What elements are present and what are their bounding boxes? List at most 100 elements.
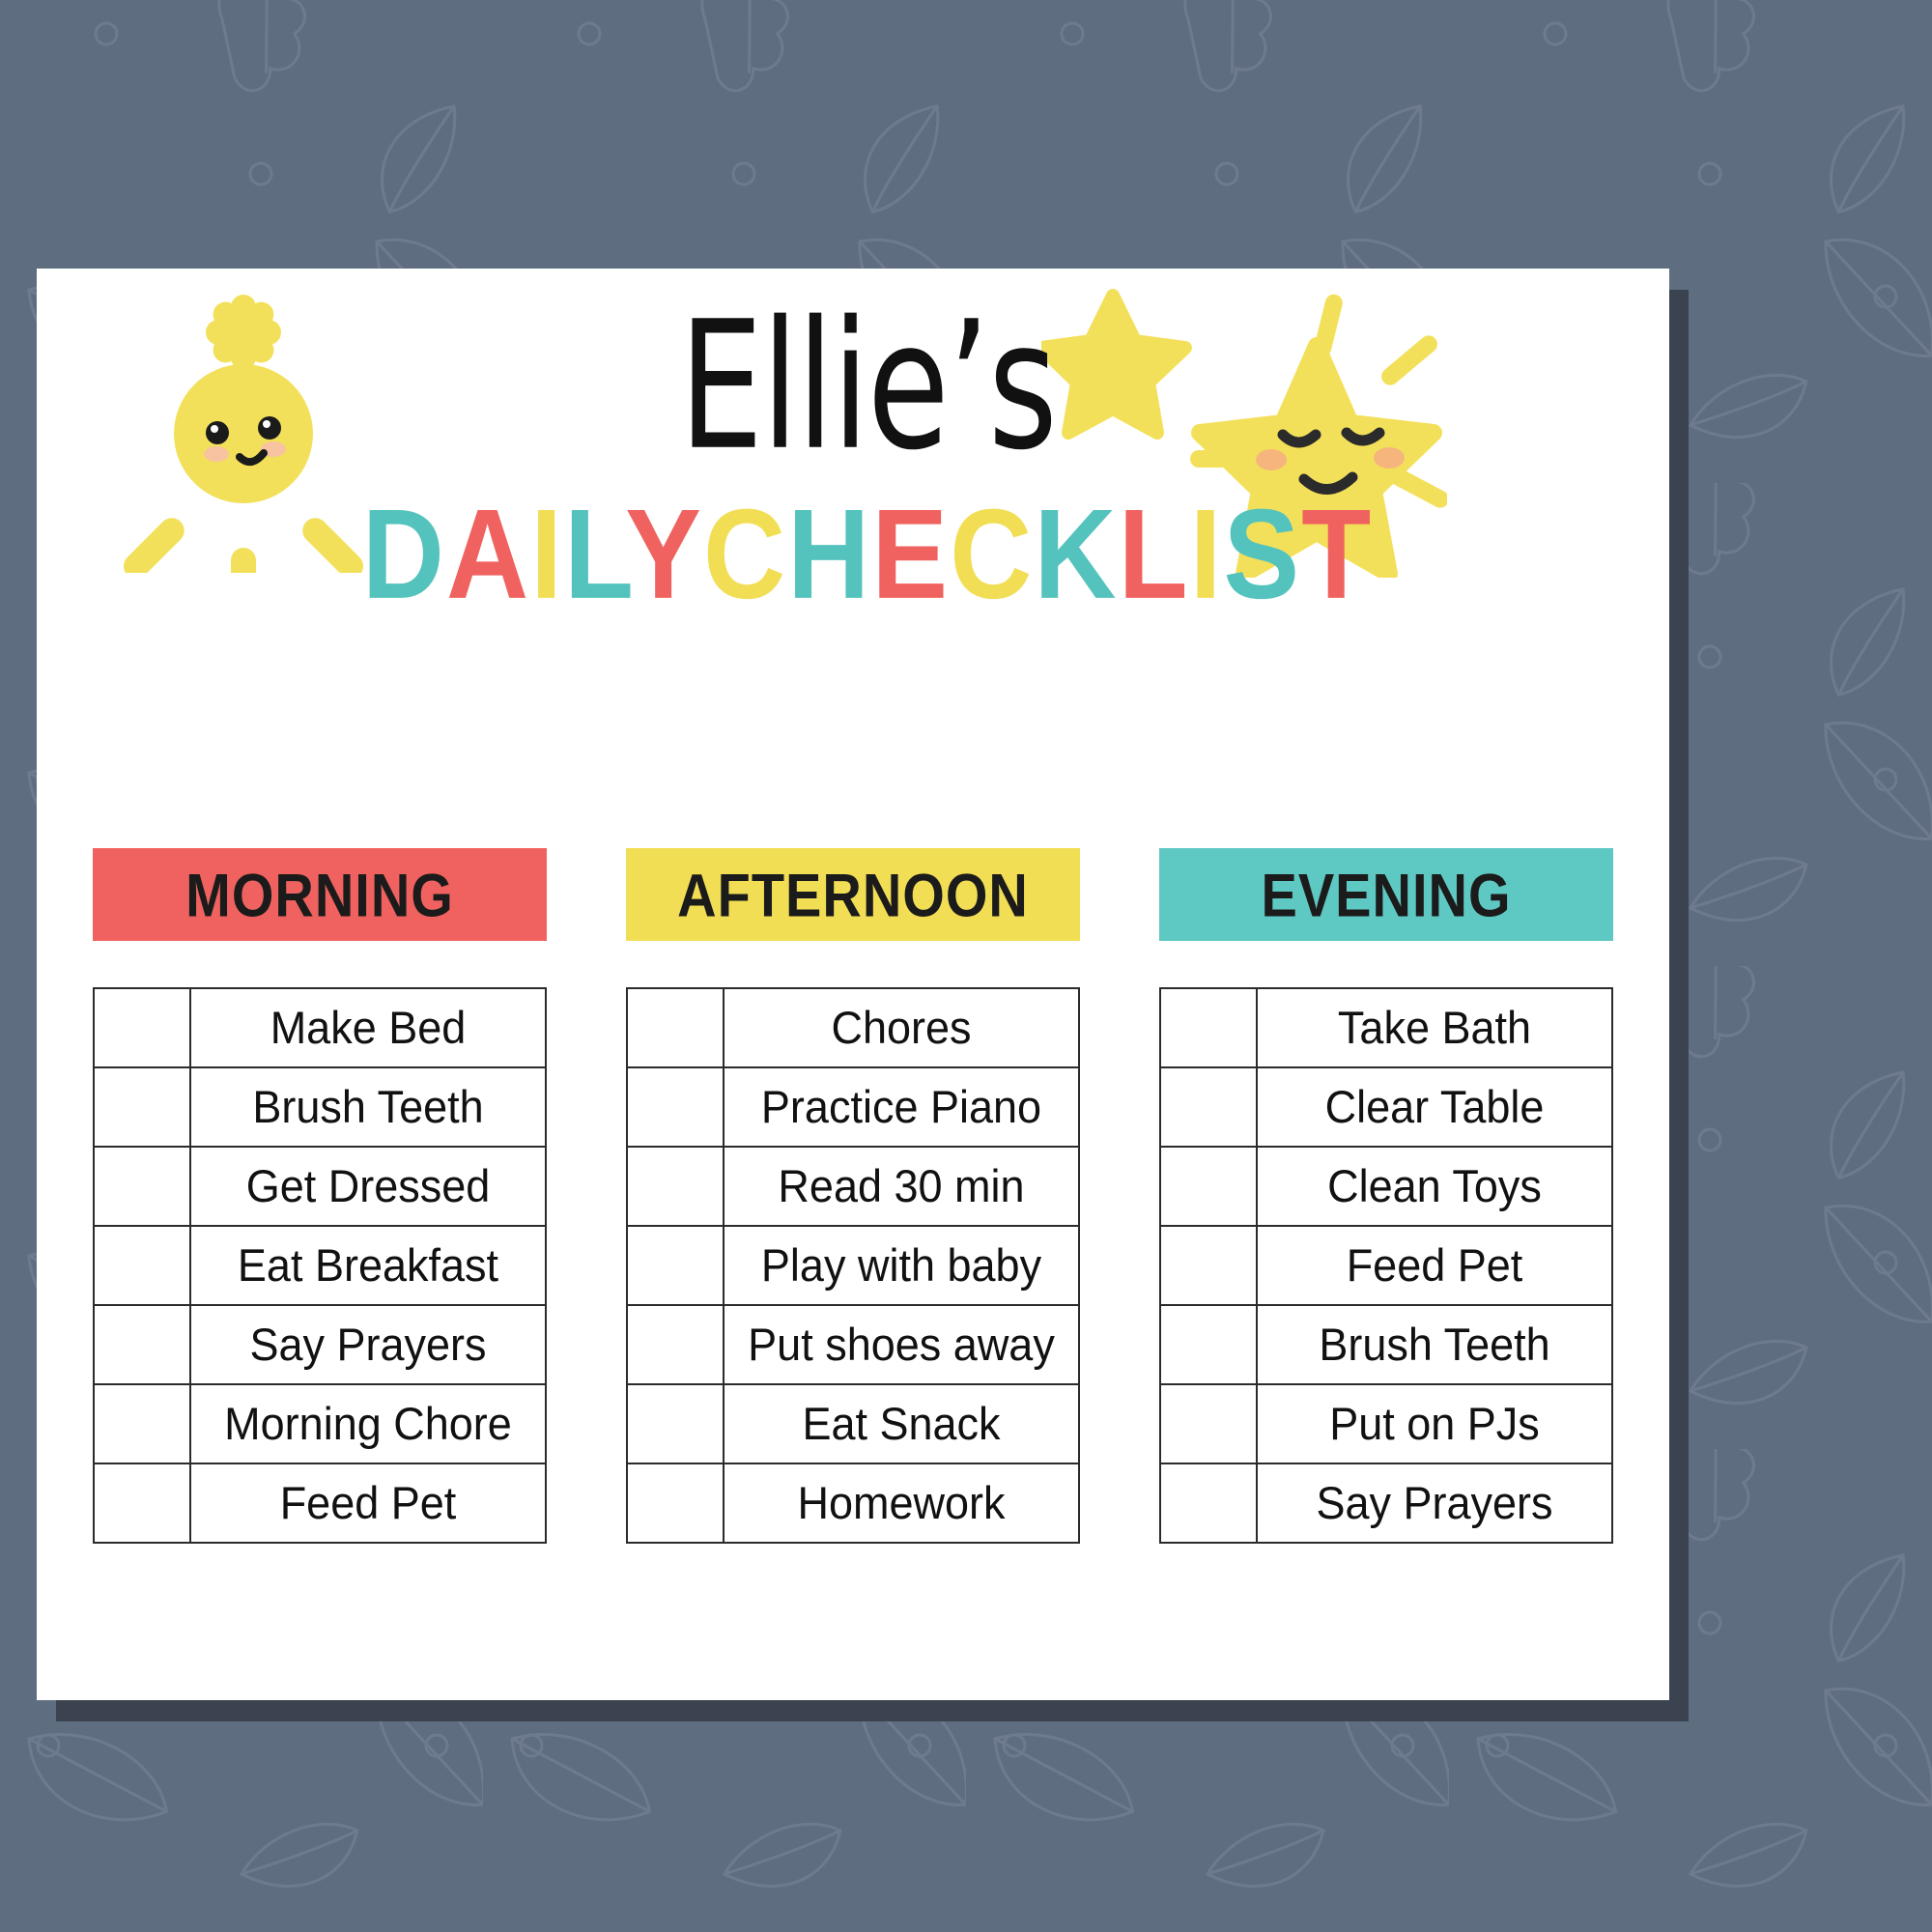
checkbox-cell-afternoon-6[interactable]: [626, 1463, 724, 1544]
checkbox-cell-afternoon-2[interactable]: [626, 1146, 724, 1227]
task-label: Get Dressed: [245, 1159, 491, 1212]
checkbox-cell-afternoon-4[interactable]: [626, 1304, 724, 1385]
subtitle-letter-2: I: [530, 483, 564, 626]
task-cell-afternoon-3: Play with baby: [723, 1225, 1080, 1306]
task-cell-morning-3: Eat Breakfast: [189, 1225, 547, 1306]
task-label: Brush Teeth: [252, 1080, 484, 1133]
task-label: Clean Toys: [1327, 1159, 1542, 1212]
checklist-columns: MORNING Make Bed Brush Teeth Get Dressed Eat…: [37, 848, 1669, 1544]
task-cell-afternoon-2: Read 30 min: [723, 1146, 1080, 1227]
subtitle-letter-6: C: [702, 483, 788, 626]
card-header: Ellie’s DAILYCHECKLIST: [37, 269, 1669, 771]
task-cell-evening-4: Brush Teeth: [1256, 1304, 1613, 1385]
task-label: Make Bed: [270, 1001, 467, 1054]
table-row: Chores: [626, 987, 1080, 1068]
checkbox-cell-evening-3[interactable]: [1159, 1225, 1258, 1306]
task-label: Brush Teeth: [1319, 1318, 1550, 1371]
table-row: Eat Breakfast: [93, 1225, 547, 1306]
checkbox-cell-evening-0[interactable]: [1159, 987, 1258, 1068]
task-cell-evening-3: Feed Pet: [1256, 1225, 1613, 1306]
task-cell-morning-2: Get Dressed: [189, 1146, 547, 1227]
subtitle-letter-1: A: [445, 483, 531, 626]
table-row: Play with baby: [626, 1225, 1080, 1306]
task-cell-morning-6: Feed Pet: [189, 1463, 547, 1544]
checkbox-cell-evening-1[interactable]: [1159, 1066, 1258, 1148]
table-row: Get Dressed: [93, 1146, 547, 1227]
table-row: Make Bed: [93, 987, 547, 1068]
column-header-morning: MORNING: [93, 848, 547, 941]
checkbox-cell-morning-5[interactable]: [93, 1383, 191, 1464]
checkbox-cell-morning-6[interactable]: [93, 1463, 191, 1544]
table-row: Read 30 min: [626, 1146, 1080, 1227]
task-cell-evening-5: Put on PJs: [1256, 1383, 1613, 1464]
smiling-sun-icon: [123, 295, 364, 573]
table-row: Put on PJs: [1159, 1383, 1613, 1464]
checkbox-cell-afternoon-3[interactable]: [626, 1225, 724, 1306]
task-label: Chores: [831, 1001, 972, 1054]
task-cell-morning-1: Brush Teeth: [189, 1066, 547, 1148]
subtitle-letter-12: I: [1189, 483, 1224, 626]
task-label: Put on PJs: [1329, 1397, 1540, 1450]
task-cell-evening-0: Take Bath: [1256, 987, 1613, 1068]
task-label: Homework: [797, 1476, 1006, 1529]
checkbox-cell-afternoon-5[interactable]: [626, 1383, 724, 1464]
checkbox-cell-morning-4[interactable]: [93, 1304, 191, 1385]
table-row: Homework: [626, 1463, 1080, 1544]
task-label: Put shoes away: [748, 1318, 1055, 1371]
checkbox-cell-afternoon-0[interactable]: [626, 987, 724, 1068]
page-title: Ellie’s: [678, 284, 1058, 490]
table-row: Put shoes away: [626, 1304, 1080, 1385]
checkbox-cell-morning-3[interactable]: [93, 1225, 191, 1306]
checkbox-cell-morning-2[interactable]: [93, 1146, 191, 1227]
checkbox-cell-afternoon-1[interactable]: [626, 1066, 724, 1148]
checkbox-cell-evening-4[interactable]: [1159, 1304, 1258, 1385]
checkbox-cell-evening-6[interactable]: [1159, 1463, 1258, 1544]
task-label: Practice Piano: [760, 1080, 1042, 1133]
checkbox-cell-morning-0[interactable]: [93, 987, 191, 1068]
subtitle-letter-3: L: [563, 483, 626, 626]
checkbox-cell-morning-1[interactable]: [93, 1066, 191, 1148]
task-label: Say Prayers: [1316, 1476, 1553, 1529]
checklist-column-evening: EVENING Take Bath Clear Table Clean Toys Fee…: [1159, 848, 1613, 1544]
table-row: Say Prayers: [93, 1304, 547, 1385]
table-row: Eat Snack: [626, 1383, 1080, 1464]
task-label: Feed Pet: [1346, 1238, 1523, 1292]
task-label: Eat Breakfast: [237, 1238, 499, 1292]
task-label: Feed Pet: [279, 1476, 457, 1529]
subtitle-letter-4: Y: [625, 483, 703, 626]
table-row: Say Prayers: [1159, 1463, 1613, 1544]
task-cell-morning-0: Make Bed: [189, 987, 547, 1068]
task-cell-afternoon-5: Eat Snack: [723, 1383, 1080, 1464]
task-label: Take Bath: [1337, 1001, 1532, 1054]
column-title-evening: EVENING: [1261, 860, 1512, 929]
checklist-column-afternoon: AFTERNOON Chores Practice Piano Read 30 min…: [626, 848, 1080, 1544]
task-label: Read 30 min: [778, 1159, 1025, 1212]
checklist-card: Ellie’s DAILYCHECKLIST MORNING Make Bed Br…: [37, 269, 1669, 1700]
table-row: Brush Teeth: [1159, 1304, 1613, 1385]
task-cell-morning-5: Morning Chore: [189, 1383, 547, 1464]
column-title-afternoon: AFTERNOON: [677, 860, 1029, 929]
task-cell-afternoon-4: Put shoes away: [723, 1304, 1080, 1385]
table-row: Practice Piano: [626, 1066, 1080, 1148]
subtitle-letter-8: E: [871, 483, 951, 626]
table-row: Feed Pet: [1159, 1225, 1613, 1306]
column-title-morning: MORNING: [185, 860, 454, 929]
task-label: Eat Snack: [802, 1397, 1001, 1450]
task-label: Morning Chore: [224, 1397, 512, 1450]
task-cell-afternoon-1: Practice Piano: [723, 1066, 1080, 1148]
table-row: Clear Table: [1159, 1066, 1613, 1148]
task-cell-evening-1: Clear Table: [1256, 1066, 1613, 1148]
table-row: Brush Teeth: [93, 1066, 547, 1148]
task-table-afternoon: Chores Practice Piano Read 30 min Play with…: [626, 987, 1080, 1544]
task-cell-afternoon-0: Chores: [723, 987, 1080, 1068]
task-cell-evening-2: Clean Toys: [1256, 1146, 1613, 1227]
subtitle-colored: DAILYCHECKLIST: [355, 491, 1379, 618]
table-row: Take Bath: [1159, 987, 1613, 1068]
subtitle-letter-13: S: [1223, 483, 1302, 626]
subtitle-letter-0: D: [361, 483, 446, 626]
table-row: Clean Toys: [1159, 1146, 1613, 1227]
checkbox-cell-evening-2[interactable]: [1159, 1146, 1258, 1227]
task-cell-evening-6: Say Prayers: [1256, 1463, 1613, 1544]
subtitle-letter-11: L: [1118, 483, 1190, 626]
checkbox-cell-evening-5[interactable]: [1159, 1383, 1258, 1464]
